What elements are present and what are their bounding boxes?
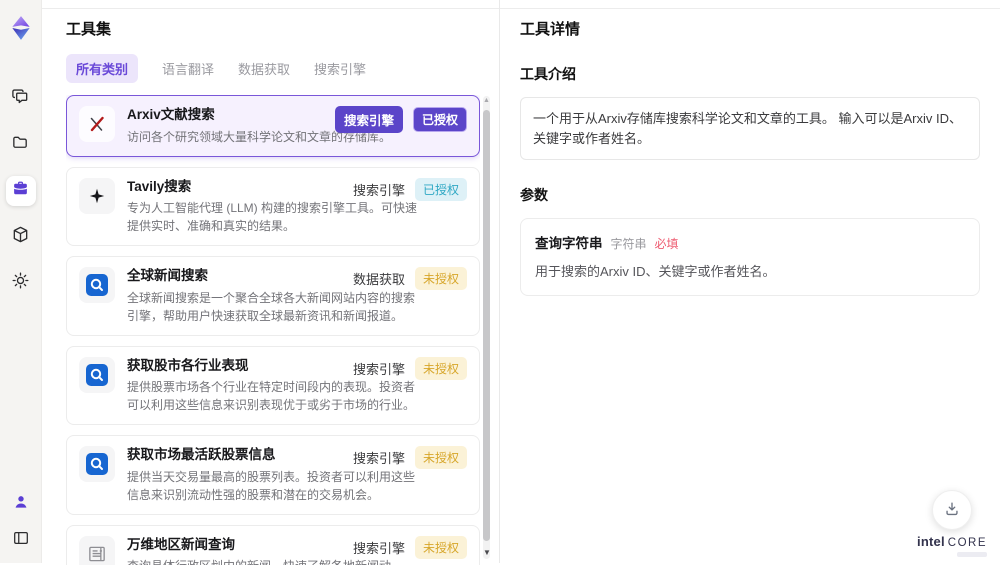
package-icon (11, 225, 30, 249)
user-avatar-icon (12, 493, 30, 516)
tool-description: 提供股票市场各个行业在特定时间段内的表现。投资者可以利用这些信息来识别表现优于或… (127, 380, 416, 413)
sidebar-item-folder[interactable] (6, 130, 36, 160)
tool-badges: 搜索引擎 已授权 (352, 177, 467, 201)
tool-badges: 数据获取 未授权 (352, 267, 467, 291)
scrollbar-thumb[interactable] (483, 110, 490, 541)
folder-icon (11, 133, 30, 157)
arxiv-logo-icon (79, 106, 115, 142)
tool-detail-panel: 工具详情 工具介绍 一个用于从Arxiv存储库搜索科学论文和文章的工具。 输入可… (500, 0, 1000, 563)
intel-core-logo: intel CORE (917, 535, 987, 557)
tool-status-badge: 未授权 (414, 356, 467, 380)
tool-category-badge: 搜索引擎 (352, 182, 405, 198)
tool-description: 全球新闻搜索是一个聚合全球各大新闻网站内容的搜索引擎，帮助用户快速获取全球最新资… (127, 290, 416, 323)
param-type: 字符串 (610, 237, 647, 251)
chat-icon (11, 87, 30, 111)
tool-category-badge: 数据获取 (352, 272, 405, 288)
scroll-down-arrow[interactable]: ▼ (483, 549, 491, 557)
tool-description: 专为人工智能代理 (LLM) 构建的搜索引擎工具。可快速提供实时、准确和真实的结… (127, 201, 418, 234)
tool-status-badge: 未授权 (414, 446, 467, 470)
sidebar (0, 0, 42, 563)
blue-search-app-icon (79, 356, 115, 393)
param-card: 查询字符串 字符串 必填 用于搜索的Arxiv ID、关键字或作者姓名。 (520, 218, 980, 296)
tavily-star-icon (79, 177, 115, 214)
tool-card[interactable]: 获取股市各行业表现 提供股票市场各个行业在特定时间段内的表现。投资者可以利用这些信… (66, 345, 480, 426)
tab-1[interactable]: 语言翻译 (162, 54, 214, 83)
tab-3[interactable]: 搜索引擎 (314, 54, 366, 83)
toolbox-icon (11, 179, 30, 203)
app-root: 工具集 所有类别 语言翻译 数据获取 搜索引擎 Arxiv文献搜索 访问各个研究领域大量… (0, 0, 1000, 565)
download-button[interactable] (932, 490, 973, 531)
blue-search-app-icon (79, 446, 115, 483)
page-title: 工具集 (66, 21, 112, 38)
scrollbar[interactable]: ▲ ▼ (483, 96, 491, 559)
floating-corner: intel CORE (917, 490, 987, 557)
settings-gear-icon (11, 271, 30, 295)
tab-2[interactable]: 数据获取 (238, 54, 290, 83)
tool-category-badge: 搜索引擎 (352, 540, 405, 556)
tool-category-badge: 搜索引擎 (352, 451, 405, 467)
tool-category-badge: 搜索引擎 (352, 361, 405, 377)
sidebar-item-package[interactable] (6, 222, 36, 252)
sidebar-item-collapse-panel[interactable] (8, 527, 34, 553)
tool-badges: 搜索引擎 未授权 (352, 446, 467, 470)
param-description: 用于搜索的Arxiv ID、关键字或作者姓名。 (535, 264, 776, 279)
sidebar-nav (5, 84, 36, 298)
tool-badges: 搜索引擎 已授权 (334, 106, 467, 133)
tool-status-badge[interactable]: 已授权 (412, 107, 467, 132)
param-head: 查询字符串 字符串 必填 (535, 232, 965, 252)
tool-card[interactable]: Arxiv文献搜索 访问各个研究领域大量科学论文和文章的存储库。 搜索引擎 已授权 (66, 95, 480, 157)
tool-card[interactable]: 全球新闻搜索 全球新闻搜索是一个聚合全球各大新闻网站内容的搜索引擎，帮助用户快速获… (66, 256, 480, 336)
tool-category-badge[interactable]: 搜索引擎 (334, 106, 403, 133)
tool-badges: 搜索引擎 未授权 (352, 356, 467, 380)
gem-logo-icon (7, 14, 35, 42)
tool-badges: 搜索引擎 未授权 (352, 535, 467, 559)
tool-intro-box: 一个用于从Arxiv存储库搜索科学论文和文章的工具。 输入可以是Arxiv ID… (520, 97, 980, 160)
blue-search-app-icon (79, 267, 115, 304)
intro-heading: 工具介绍 (520, 66, 576, 82)
tool-status-badge: 未授权 (414, 267, 467, 291)
sidebar-item-settings-gear[interactable] (6, 268, 36, 298)
param-required-badge: 必填 (654, 237, 679, 251)
sidebar-item-toolbox[interactable] (5, 176, 36, 206)
tool-card[interactable]: 万维地区新闻查询查询具体行政区划内的新闻，快速了解各地新闻动搜索引擎未授权 (66, 524, 480, 565)
sidebar-bottom (8, 491, 34, 553)
tool-status-badge: 未授权 (414, 535, 467, 559)
tool-card[interactable]: 获取市场最活跃股票信息 提供当天交易量最高的股票列表。投资者可以利用这些信息来识别… (66, 435, 480, 515)
tools-panel: 工具集 所有类别 语言翻译 数据获取 搜索引擎 Arxiv文献搜索 访问各个研究领域大量… (42, 0, 500, 565)
params-heading: 参数 (520, 187, 548, 203)
param-name: 查询字符串 (535, 236, 603, 251)
tab-0-active[interactable]: 所有类别 (66, 54, 139, 83)
tool-description: 提供当天交易量最高的股票列表。投资者可以利用这些信息来识别流动性强的股票和潜在的… (127, 469, 416, 502)
tool-list: Arxiv文献搜索 访问各个研究领域大量科学论文和文章的存储库。 搜索引擎 已授权 Ta… (66, 95, 480, 565)
intel-badge-sub (957, 552, 987, 557)
detail-title: 工具详情 (520, 21, 581, 38)
tool-status-badge: 已授权 (414, 177, 467, 201)
newspaper-icon (79, 535, 115, 565)
sidebar-item-user-avatar[interactable] (8, 491, 34, 517)
scroll-up-arrow[interactable]: ▲ (483, 97, 490, 104)
sidebar-item-chat[interactable] (6, 84, 36, 114)
tool-card[interactable]: Tavily搜索 专为人工智能代理 (LLM) 构建的搜索引擎工具。可快速提供实时… (66, 166, 480, 247)
collapse-panel-icon (12, 529, 30, 552)
category-tabs: 所有类别 语言翻译 数据获取 搜索引擎 (66, 54, 499, 83)
download-icon (943, 500, 961, 521)
